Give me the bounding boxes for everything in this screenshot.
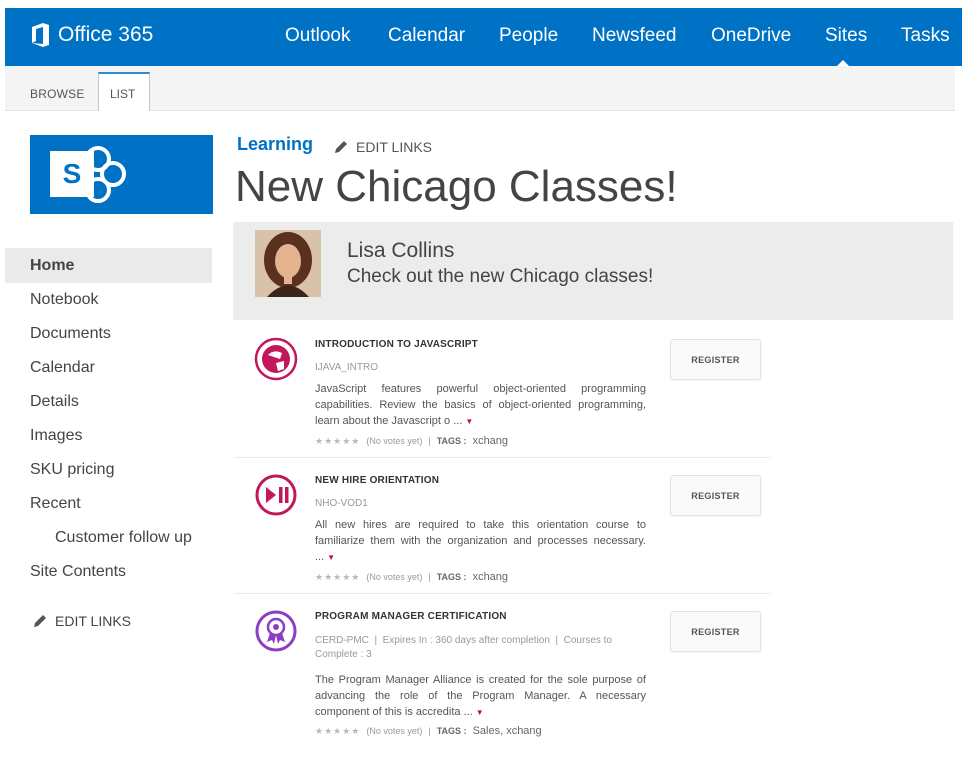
announcement-top-strip: [233, 216, 816, 222]
certificate-badge-icon: [255, 610, 297, 652]
votes-label: (No votes yet): [366, 436, 423, 446]
suite-bar: Office 365 Outlook Calendar People Newsf…: [5, 8, 962, 67]
expand-caret-icon[interactable]: ▼: [327, 553, 335, 562]
nav-details[interactable]: Details: [30, 393, 79, 411]
course-item: PROGRAM MANAGER CERTIFICATION CERD-PMC |…: [234, 594, 770, 748]
sharepoint-logo-icon: S: [50, 146, 126, 203]
page-title: New Chicago Classes!: [235, 162, 678, 211]
expand-caret-icon[interactable]: ▼: [476, 708, 484, 717]
register-button[interactable]: REGISTER: [670, 339, 761, 380]
ribbon: BROWSE LIST: [5, 66, 955, 111]
course-list: INTRODUCTION TO JAVASCRIPT IJAVA_INTRO J…: [234, 325, 770, 748]
course-code: CERD-PMC: [315, 635, 369, 646]
course-code: IJAVA_INTRO: [315, 362, 378, 373]
edit-links-left-label: EDIT LINKS: [55, 613, 131, 629]
course-title[interactable]: INTRODUCTION TO JAVASCRIPT: [315, 339, 478, 350]
suite-nav: Outlook Calendar People Newsfeed OneDriv…: [5, 8, 962, 66]
course-title[interactable]: PROGRAM MANAGER CERTIFICATION: [315, 611, 507, 622]
tags-label: TAGS :: [436, 726, 467, 736]
course-meta: ★★★★★ (No votes yet) | TAGS : xchang: [315, 435, 508, 447]
course-description-text: JavaScript features powerful object-orie…: [315, 383, 646, 427]
register-button[interactable]: REGISTER: [670, 475, 761, 516]
pencil-icon: [335, 141, 347, 153]
edit-links-left-button[interactable]: EDIT LINKS: [33, 613, 131, 629]
suite-nav-outlook[interactable]: Outlook: [285, 25, 350, 47]
site-logo[interactable]: S: [30, 135, 213, 214]
nav-recent[interactable]: Recent: [30, 495, 81, 513]
breadcrumb-learning[interactable]: Learning: [237, 134, 313, 155]
suite-nav-sites[interactable]: Sites: [825, 25, 867, 47]
avatar[interactable]: [255, 230, 321, 297]
tags-value[interactable]: Sales, xchang: [473, 725, 542, 737]
register-button[interactable]: REGISTER: [670, 611, 761, 652]
edit-links-top-button[interactable]: EDIT LINKS: [334, 139, 432, 155]
course-meta: ★★★★★ (No votes yet) | TAGS : xchang: [315, 571, 508, 583]
nav-notebook[interactable]: Notebook: [30, 291, 99, 309]
separator: |: [428, 726, 431, 736]
suite-nav-newsfeed[interactable]: Newsfeed: [592, 25, 677, 47]
nav-documents[interactable]: Documents: [30, 325, 111, 343]
course-code: NHO-VOD1: [315, 498, 368, 509]
course-description: The Program Manager Alliance is created …: [315, 672, 646, 721]
course-meta: ★★★★★ (No votes yet) | TAGS : Sales, xch…: [315, 725, 542, 737]
suite-nav-people[interactable]: People: [499, 25, 558, 47]
tags-value[interactable]: xchang: [473, 571, 508, 583]
rating-stars-icon[interactable]: ★★★★★: [315, 572, 360, 583]
nav-sku-pricing[interactable]: SKU pricing: [30, 461, 114, 479]
suite-nav-calendar[interactable]: Calendar: [388, 25, 465, 47]
nav-images[interactable]: Images: [30, 427, 82, 445]
rating-stars-icon[interactable]: ★★★★★: [315, 436, 360, 447]
play-pause-icon: [255, 474, 297, 516]
globe-touch-icon: [254, 337, 298, 381]
course-description-text: All new hires are required to take this …: [315, 519, 646, 563]
nav-customer-follow-up[interactable]: Customer follow up: [55, 529, 192, 547]
nav-calendar[interactable]: Calendar: [30, 359, 95, 377]
site-logo-letter: S: [63, 158, 82, 189]
rating-stars-icon[interactable]: ★★★★★: [315, 726, 360, 737]
course-expiry: Expires In : 360 days after completion: [382, 635, 550, 646]
announcement-author[interactable]: Lisa Collins: [347, 239, 454, 263]
separator: |: [428, 436, 431, 446]
tags-label: TAGS :: [436, 572, 467, 582]
votes-label: (No votes yet): [366, 726, 423, 736]
person-photo-icon: [255, 230, 321, 297]
votes-label: (No votes yet): [366, 572, 423, 582]
suite-nav-onedrive[interactable]: OneDrive: [711, 25, 791, 47]
tab-list[interactable]: LIST: [98, 72, 150, 111]
course-description: JavaScript features powerful object-orie…: [315, 381, 646, 430]
nav-site-contents[interactable]: Site Contents: [30, 563, 126, 581]
announcement-message: Check out the new Chicago classes!: [347, 266, 654, 287]
course-title[interactable]: NEW HIRE ORIENTATION: [315, 475, 439, 486]
edit-links-top-label: EDIT LINKS: [356, 139, 432, 155]
course-description: All new hires are required to take this …: [315, 517, 646, 566]
course-item: NEW HIRE ORIENTATION NHO-VOD1 All new hi…: [234, 458, 770, 594]
pencil-icon: [34, 615, 46, 627]
tab-list-label: LIST: [110, 87, 136, 101]
nav-home[interactable]: Home: [30, 257, 74, 275]
separator: |: [428, 572, 431, 582]
suite-nav-tasks[interactable]: Tasks: [901, 25, 950, 47]
expand-caret-icon[interactable]: ▼: [465, 417, 473, 426]
course-details: CERD-PMC | Expires In : 360 days after c…: [315, 635, 612, 660]
tags-value[interactable]: xchang: [473, 435, 508, 447]
tags-label: TAGS :: [436, 436, 467, 446]
tab-browse[interactable]: BROWSE: [30, 87, 85, 101]
course-item: INTRODUCTION TO JAVASCRIPT IJAVA_INTRO J…: [234, 325, 770, 458]
